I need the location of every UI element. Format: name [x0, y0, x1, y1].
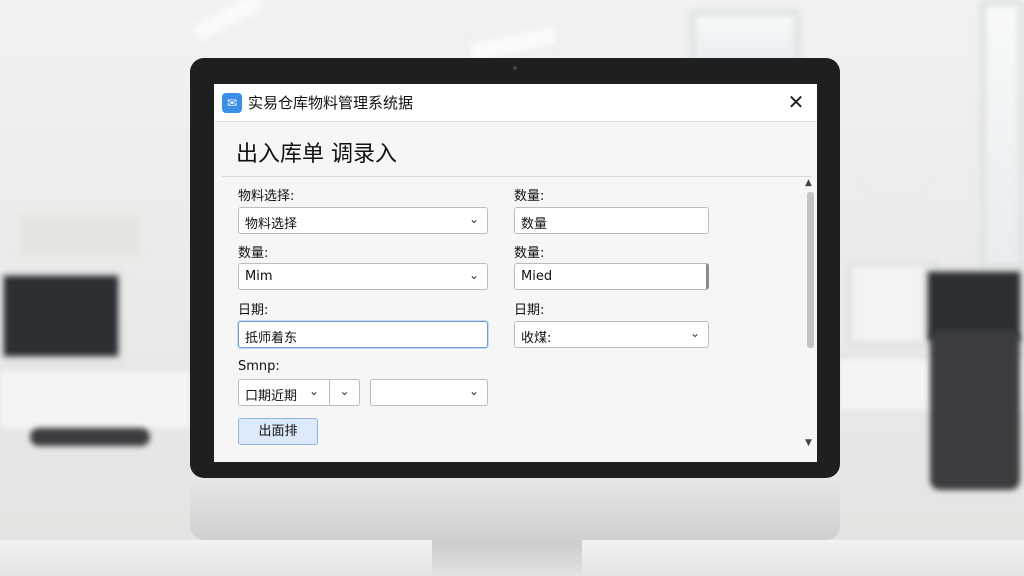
smnp-label: Smnp: [238, 359, 280, 374]
background-shelf [20, 215, 140, 255]
chevron-down-icon: ⌄ [468, 268, 479, 282]
material-select-value: 物料选择 [245, 217, 298, 232]
close-button[interactable]: ✕ [783, 90, 809, 116]
vertical-scrollbar[interactable]: ▲ ▼ [803, 176, 817, 450]
material-select-label: 物料选择: [238, 189, 295, 204]
monitor-stand [432, 538, 582, 576]
scroll-up-icon[interactable]: ▲ [805, 178, 812, 188]
background-lamp [868, 138, 924, 188]
background-monitor [0, 272, 122, 360]
webcam [513, 66, 517, 70]
date-left-label: 日期: [238, 303, 269, 318]
quantity-top-label: 数量: [514, 189, 545, 204]
chevron-down-icon: ⌄ [308, 384, 319, 398]
page-title: 出入库单 调录入 [236, 142, 397, 167]
background-chair [930, 330, 1020, 490]
date-right-value: 收煤: [521, 331, 552, 346]
background-desk [0, 368, 190, 428]
submit-button[interactable]: 出面排 [238, 418, 318, 445]
monitor-chin [190, 470, 840, 540]
chevron-down-icon: ⌄ [468, 384, 479, 398]
close-icon: ✕ [787, 89, 805, 114]
scroll-down-icon[interactable]: ▼ [805, 438, 812, 448]
background-window [980, 0, 1024, 270]
scroll-thumb[interactable] [807, 192, 814, 348]
quantity-top-value: 数量 [521, 217, 548, 232]
quantity-top-input[interactable]: 数量 [514, 207, 709, 234]
quantity-left-select[interactable]: Mim ⌄ [238, 263, 488, 290]
app-window: ✉ 实易仓库物料管理系统据 ✕ 出入库单 调录入 物料选择: 物料选择 ⌄ 数量… [214, 84, 817, 462]
form-area: 物料选择: 物料选择 ⌄ 数量: 数量 数量: Mim ⌄ 数量: Mied 日… [222, 176, 812, 458]
smnp-value: 口期近期 [245, 389, 298, 404]
chevron-down-icon[interactable]: ⌄ [329, 380, 359, 405]
quantity-right-input[interactable]: Mied [514, 263, 709, 290]
smnp-split-select[interactable]: 口期近期 ⌄ ⌄ [238, 379, 360, 406]
ceiling-light [192, 0, 262, 42]
smnp-secondary-select[interactable]: ⌄ [370, 379, 488, 406]
ceiling-light [469, 27, 557, 61]
date-left-value: 抵师着东 [245, 331, 298, 346]
chevron-down-icon: ⌄ [689, 326, 700, 340]
date-right-label: 日期: [514, 303, 545, 318]
title-bar: ✉ 实易仓库物料管理系统据 ✕ [214, 84, 817, 122]
quantity-left-value: Mim [245, 269, 273, 284]
quantity-right-label: 数量: [514, 246, 545, 261]
quantity-right-value: Mied [521, 269, 553, 284]
chevron-down-icon: ⌄ [468, 212, 479, 226]
quantity-left-label: 数量: [238, 246, 269, 261]
background-chair [30, 428, 150, 446]
material-select[interactable]: 物料选择 ⌄ [238, 207, 488, 234]
window-title: 实易仓库物料管理系统据 [248, 94, 414, 112]
date-right-select[interactable]: 收煤: ⌄ [514, 321, 709, 348]
app-logo-icon: ✉ [222, 92, 242, 113]
date-left-input[interactable]: 抵师着东 [238, 321, 488, 348]
